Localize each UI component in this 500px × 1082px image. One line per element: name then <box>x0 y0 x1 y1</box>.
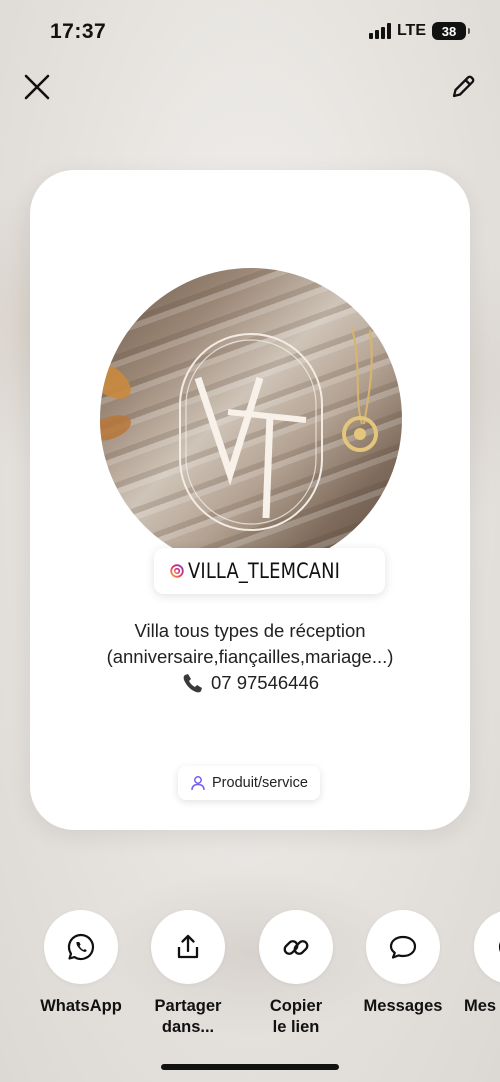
phone-number: 07 97546446 <box>210 672 320 693</box>
phone-icon <box>183 674 202 693</box>
share-more-button[interactable]: Partager dans... <box>128 910 248 1038</box>
profile-card[interactable]: VILLA_TLEMCANI Villa tous types de récep… <box>30 170 470 830</box>
monogram-logo <box>100 327 378 531</box>
instagram-icon <box>170 564 184 578</box>
status-bar: 17:37 LTE 38 <box>0 0 500 64</box>
close-button[interactable] <box>20 70 54 104</box>
messenger-icon <box>498 941 500 953</box>
username-text: VILLA_TLEMCANI <box>188 559 341 583</box>
pencil-icon <box>452 75 475 98</box>
battery-icon: 38 <box>432 22 470 40</box>
category-text: Produit/service <box>212 775 308 791</box>
copy-link-circle <box>259 910 333 984</box>
share-label: Messages <box>363 997 443 1015</box>
close-icon <box>24 74 50 100</box>
home-indicator[interactable] <box>161 1064 339 1070</box>
status-indicators: LTE 38 <box>368 22 470 40</box>
share-messages-circle <box>366 910 440 984</box>
share-messenger-button[interactable]: Mes <box>450 910 500 1017</box>
edit-button[interactable] <box>446 70 480 104</box>
share-label: Mes <box>464 997 497 1015</box>
share-more-circle <box>151 910 225 984</box>
copy-link-button[interactable]: Copier le lien <box>236 910 356 1038</box>
person-icon <box>191 776 205 791</box>
phone-line: 07 97546446 <box>181 670 319 696</box>
username-badge[interactable]: VILLA_TLEMCANI <box>154 548 385 594</box>
status-time: 17:37 <box>50 20 107 43</box>
share-messenger-circle <box>474 910 500 984</box>
category-badge: Produit/service <box>178 766 320 800</box>
share-label: Copier le lien <box>269 997 323 1036</box>
share-messages-button[interactable]: Messages <box>343 910 463 1017</box>
bio-line: Villa tous types de réception <box>134 620 366 641</box>
message-icon <box>389 935 417 959</box>
share-icon <box>177 934 199 959</box>
share-whatsapp-circle <box>44 910 118 984</box>
share-whatsapp-button[interactable]: WhatsApp <box>21 910 141 1017</box>
network-label: LTE <box>396 22 426 39</box>
bio-text: Villa tous types de réception (anniversa… <box>30 618 470 701</box>
signal-icon <box>368 23 391 39</box>
share-options-row: WhatsApp Partager dans... Copier le lien… <box>0 910 500 1050</box>
share-label: Partager dans... <box>154 997 222 1036</box>
whatsapp-icon <box>67 933 95 961</box>
battery-level: 38 <box>441 23 457 39</box>
profile-avatar <box>100 268 402 570</box>
share-label: WhatsApp <box>40 997 122 1015</box>
link-icon <box>283 940 309 955</box>
bio-line: (anniversaire,fiançailles,mariage...) <box>106 646 394 667</box>
